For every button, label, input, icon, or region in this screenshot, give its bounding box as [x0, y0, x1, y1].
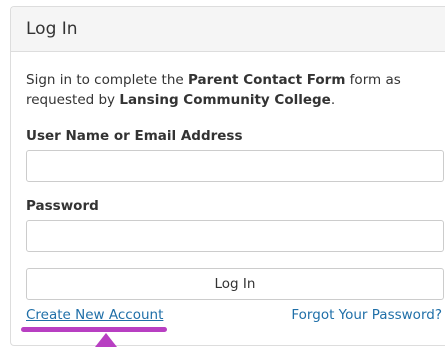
- pointer-arrow-icon: [95, 333, 117, 347]
- intro-text: Sign in to complete the Parent Contact F…: [26, 70, 444, 110]
- username-label: User Name or Email Address: [26, 128, 243, 144]
- highlight-underline: [21, 327, 167, 332]
- intro-prefix: Sign in to complete the: [26, 72, 188, 88]
- password-label: Password: [26, 198, 99, 214]
- username-input[interactable]: [26, 150, 444, 182]
- intro-suffix: .: [330, 92, 336, 108]
- login-panel: Log In Sign in to complete the Parent Co…: [10, 6, 445, 347]
- login-button[interactable]: Log In: [26, 268, 444, 300]
- create-account-link[interactable]: Create New Account: [26, 307, 163, 323]
- organization-name: Lansing Community College: [119, 92, 331, 108]
- password-input[interactable]: [26, 220, 444, 252]
- forgot-password-link[interactable]: Forgot Your Password?: [291, 307, 442, 323]
- panel-header: Log In: [11, 7, 445, 52]
- form-name: Parent Contact Form: [187, 72, 346, 88]
- panel-title: Log In: [26, 19, 78, 39]
